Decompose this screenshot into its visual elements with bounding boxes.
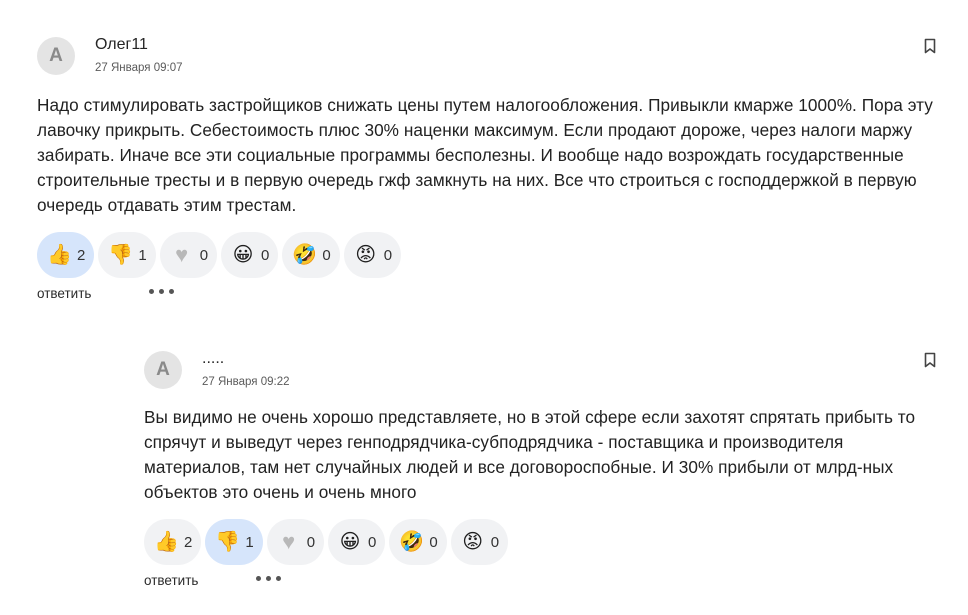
reaction-button[interactable]: ♥ 0 [159,232,218,278]
comment-date: 27 Января 09:07 [95,62,183,74]
angry-face-icon: 😡 [462,531,484,553]
thumbs-up-icon: 👍 [154,531,179,553]
reactions-bar: 👍 2 👎 1 ♥ 0 😀 0 🤣 0 😡 0 [144,519,937,565]
reaction-count: 0 [199,246,209,264]
more-options-icon[interactable] [149,289,174,294]
reaction-button[interactable]: ♥ 0 [266,519,325,565]
reaction-count: 2 [184,533,193,551]
author-name[interactable]: Олег11 [95,36,148,54]
reply-button[interactable]: ответить [144,573,198,588]
rolling-laughing-icon: 🤣 [292,244,318,266]
comment-date: 27 Января 09:22 [202,376,290,388]
reaction-button[interactable]: 👍 2 [144,519,202,565]
angry-face-icon: 😡 [355,244,377,266]
reaction-count: 0 [490,533,500,551]
reaction-count: 2 [77,246,86,264]
reaction-count: 0 [429,533,438,551]
reply-comment: A ..... 27 Января 09:22 Вы видимо не оче… [144,347,937,593]
reaction-count: 1 [138,246,147,264]
rolling-laughing-icon: 🤣 [399,531,425,553]
avatar[interactable]: A [144,351,182,389]
reaction-button[interactable]: 😀 0 [221,232,279,278]
reaction-button[interactable]: 😡 0 [343,232,402,278]
reactions-bar: 👍 2 👎 1 ♥ 0 😀 0 🤣 0 😡 0 [37,232,937,278]
thumbs-down-icon: 👎 [215,531,241,553]
comment-text: Вы видимо не очень хорошо представляете,… [144,407,916,502]
bookmark-icon[interactable] [923,38,937,54]
reaction-button[interactable]: 👍 2 [37,232,95,278]
reaction-button[interactable]: 👎 1 [98,232,156,278]
reaction-button[interactable]: 🤣 0 [282,232,340,278]
reaction-count: 0 [383,246,393,264]
reaction-count: 1 [245,533,254,551]
heart-icon: ♥ [282,529,296,554]
reaction-button[interactable]: 🤣 0 [389,519,447,565]
reaction-button[interactable]: 😀 0 [328,519,386,565]
reaction-button[interactable]: 😡 0 [450,519,509,565]
reaction-count: 0 [306,533,316,551]
avatar[interactable]: A [37,37,75,75]
author-name[interactable]: ..... [202,350,224,368]
comment: A Олег11 27 Января 09:07 Надо стимулиров… [37,33,937,306]
more-options-icon[interactable] [256,576,281,581]
reaction-count: 0 [261,246,270,264]
reaction-button[interactable]: 👎 1 [205,519,263,565]
comment-actions: ответить [144,573,937,593]
grinning-face-icon: 😀 [339,531,361,553]
grinning-face-icon: 😀 [232,244,254,266]
reaction-count: 0 [368,533,377,551]
comment-actions: ответить [37,286,937,306]
reply-button[interactable]: ответить [37,286,91,301]
comment-text: Надо стимулировать застройщиков снижать … [37,95,933,215]
thumbs-up-icon: 👍 [47,244,72,266]
comment-header: A ..... 27 Января 09:22 [144,347,937,397]
comment-header: A Олег11 27 Января 09:07 [37,33,937,83]
heart-icon: ♥ [175,242,189,267]
reaction-count: 0 [322,246,331,264]
thumbs-down-icon: 👎 [108,244,134,266]
bookmark-icon[interactable] [923,352,937,368]
